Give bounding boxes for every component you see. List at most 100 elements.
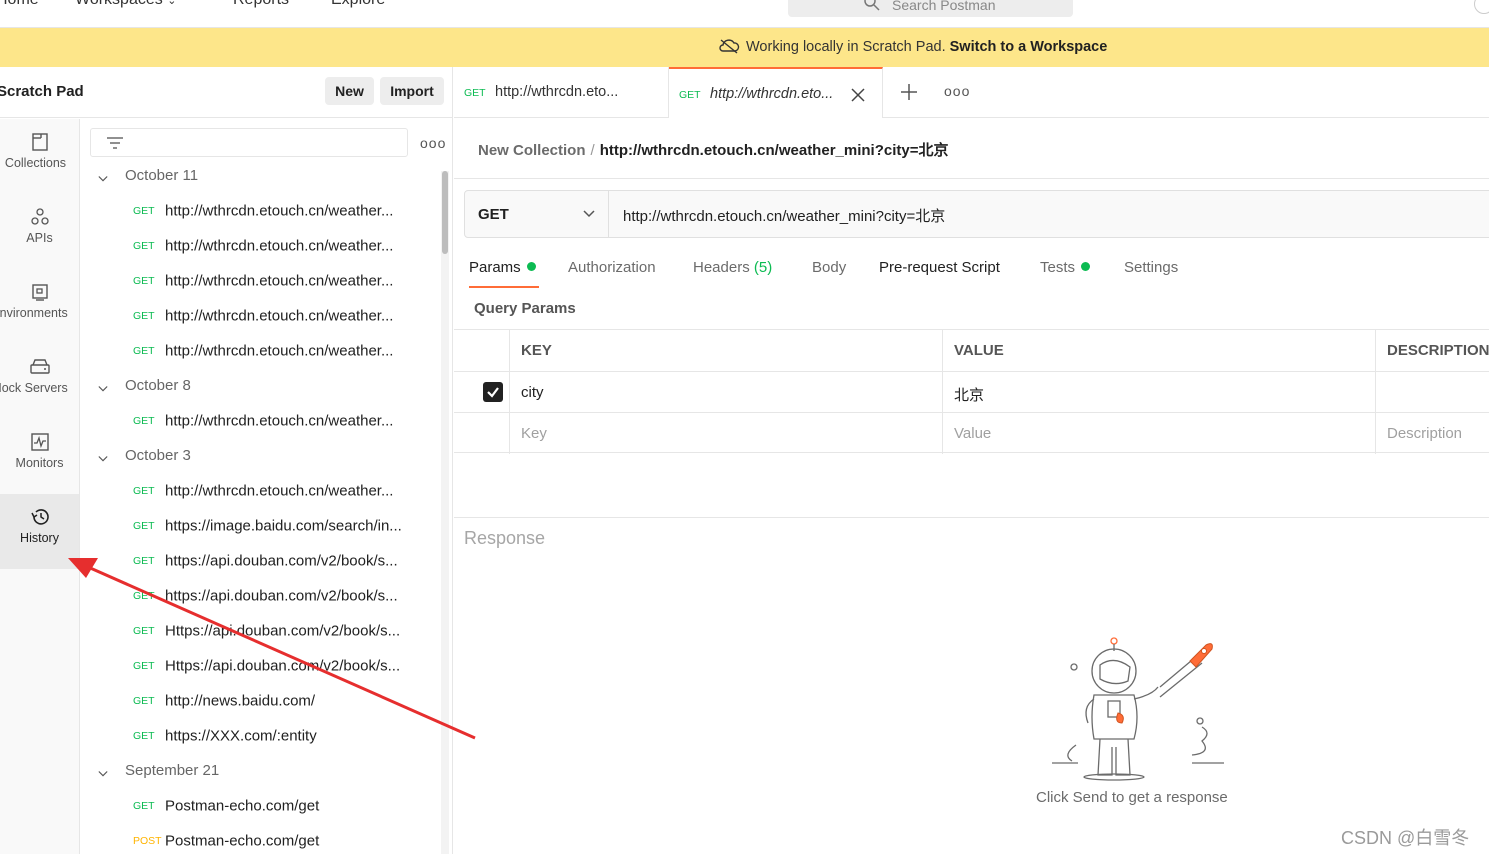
breadcrumb-request[interactable]: http://wthrcdn.etouch.cn/weather_mini?ci… [600, 142, 949, 159]
history-item[interactable]: GET http://wthrcdn.etouch.cn/weather... [133, 342, 443, 360]
annotation-arrow [68, 558, 476, 740]
tab-headers-label: Headers [693, 259, 750, 276]
tabs-more-icon[interactable]: ooo [944, 83, 970, 99]
history-group-label[interactable]: October 11 [125, 167, 198, 184]
params-table: KEY VALUE DESCRIPTION city 北京 Key Value … [454, 329, 1489, 454]
method-badge: GET [133, 800, 155, 813]
tab-request-1[interactable]: GET http://wthrcdn.eto... [454, 67, 669, 118]
tab-label: http://wthrcdn.eto... [495, 84, 619, 100]
rail-item-collections[interactable]: Collections [0, 119, 79, 194]
history-group-label[interactable]: October 3 [125, 447, 191, 464]
history-item[interactable]: GET http://wthrcdn.etouch.cn/weather... [133, 412, 443, 430]
chevron-down-icon[interactable] [98, 454, 108, 464]
history-item[interactable]: GET http://wthrcdn.etouch.cn/weather... [133, 237, 443, 255]
nav-workspaces[interactable]: Workspaces ⌄ [75, 0, 176, 9]
history-group-label[interactable]: October 8 [125, 377, 191, 394]
rail-label: APIs [26, 231, 53, 245]
divider [454, 178, 1489, 179]
apis-icon [30, 208, 49, 225]
params-active-dot [526, 262, 536, 271]
checkmark-icon [487, 387, 499, 398]
nav-home[interactable]: Home [0, 0, 39, 9]
rail-item-mock-servers[interactable]: Mock Servers [0, 344, 79, 419]
url-bar: GET http://wthrcdn.etouch.cn/weather_min… [464, 190, 1489, 238]
tab-body[interactable]: Body [812, 259, 846, 276]
search-input[interactable]: Search Postman [788, 0, 1073, 17]
tab-headers[interactable]: Headers (5) [693, 259, 772, 276]
tab-tests[interactable]: Tests [1040, 259, 1091, 276]
tab-tests-label: Tests [1040, 259, 1076, 276]
collections-icon [31, 133, 48, 151]
search-icon [864, 0, 880, 11]
new-button[interactable]: New [325, 77, 374, 105]
method-label: GET [478, 206, 509, 223]
top-bar: Home Workspaces ⌄ Reports Explore Search… [0, 0, 1489, 28]
more-options-icon[interactable]: ooo [420, 135, 446, 151]
history-item-url: http://wthrcdn.etouch.cn/weather... [165, 482, 394, 500]
value-input[interactable]: Value [942, 413, 1375, 454]
key-input[interactable]: Key [509, 413, 942, 454]
param-value-cell[interactable]: 北京 [942, 372, 1375, 413]
chevron-down-icon[interactable] [98, 769, 108, 779]
import-button[interactable]: Import [380, 77, 444, 105]
scrollbar-thumb[interactable] [442, 171, 448, 254]
tab-method: GET [679, 89, 701, 101]
rail-item-environments[interactable]: Environments [0, 269, 79, 344]
monitors-icon [30, 433, 49, 451]
method-badge: GET [133, 205, 155, 218]
tab-authorization[interactable]: Authorization [568, 259, 656, 276]
method-badge: GET [133, 485, 155, 498]
tab-request-2[interactable]: GET http://wthrcdn.eto... [669, 67, 883, 118]
table-header-row: KEY VALUE DESCRIPTION [454, 329, 1489, 371]
headers-count: (5) [753, 259, 773, 276]
chevron-down-icon [583, 210, 595, 218]
param-description-cell[interactable] [1375, 372, 1489, 413]
rail-label: Environments [0, 306, 68, 320]
switch-workspace-link[interactable]: Switch to a Workspace [950, 39, 1108, 55]
nav-reports[interactable]: Reports [233, 0, 289, 9]
tab-params[interactable]: Params [469, 259, 536, 276]
breadcrumb-collection[interactable]: New Collection [478, 142, 586, 159]
col-description-header: DESCRIPTION [1375, 330, 1489, 371]
history-item[interactable]: GET http://wthrcdn.etouch.cn/weather... [133, 482, 443, 500]
param-checkbox[interactable] [483, 382, 503, 402]
method-badge: GET [133, 275, 155, 288]
rail-item-monitors[interactable]: Monitors [0, 419, 79, 494]
history-item-url: http://wthrcdn.etouch.cn/weather... [165, 307, 394, 325]
tab-prerequest-script[interactable]: Pre-request Script [879, 259, 1000, 276]
nav-workspaces-label: Workspaces [75, 0, 163, 8]
chevron-down-icon[interactable] [98, 384, 108, 394]
history-group-label[interactable]: September 21 [125, 762, 219, 779]
tab-label: http://wthrcdn.eto... [710, 86, 834, 102]
response-title: Response [464, 528, 546, 548]
description-input[interactable]: Description [1375, 413, 1489, 454]
history-item[interactable]: GET http://wthrcdn.etouch.cn/weather... [133, 307, 443, 325]
history-item[interactable]: GET https://image.baidu.com/search/in... [133, 517, 443, 535]
method-badge: GET [133, 345, 155, 358]
banner-text: Working locally in Scratch Pad. [746, 39, 946, 55]
param-key-cell[interactable]: city [509, 372, 942, 413]
chevron-down-icon[interactable] [98, 174, 108, 184]
watermark: CSDN @白雪冬 [1341, 828, 1470, 848]
sidebar-header: Scratch Pad New Import [0, 67, 453, 118]
history-item[interactable]: GET http://wthrcdn.etouch.cn/weather... [133, 272, 443, 290]
history-filter-input[interactable] [90, 128, 408, 157]
query-params-title: Query Params [474, 300, 576, 317]
method-select[interactable]: GET [465, 191, 609, 237]
user-avatar[interactable] [1474, 0, 1489, 14]
url-input[interactable]: http://wthrcdn.etouch.cn/weather_mini?ci… [623, 205, 945, 226]
history-item[interactable]: GET http://wthrcdn.etouch.cn/weather... [133, 202, 443, 220]
history-item[interactable]: GET Postman-echo.com/get [133, 797, 443, 815]
new-tab-plus-icon[interactable] [901, 84, 917, 100]
rail-item-apis[interactable]: APIs [0, 194, 79, 269]
tab-settings[interactable]: Settings [1124, 259, 1178, 276]
response-divider[interactable] [454, 517, 1489, 518]
history-item[interactable]: POST Postman-echo.com/get [133, 832, 443, 850]
empty-response-text: Click Send to get a response [1036, 789, 1228, 806]
tests-active-dot [1081, 262, 1091, 271]
tab-params-label: Params [469, 259, 521, 276]
nav-explore[interactable]: Explore [331, 0, 385, 9]
search-placeholder: Search Postman [892, 0, 996, 13]
close-icon[interactable] [851, 88, 865, 102]
mock-servers-icon [29, 359, 50, 374]
